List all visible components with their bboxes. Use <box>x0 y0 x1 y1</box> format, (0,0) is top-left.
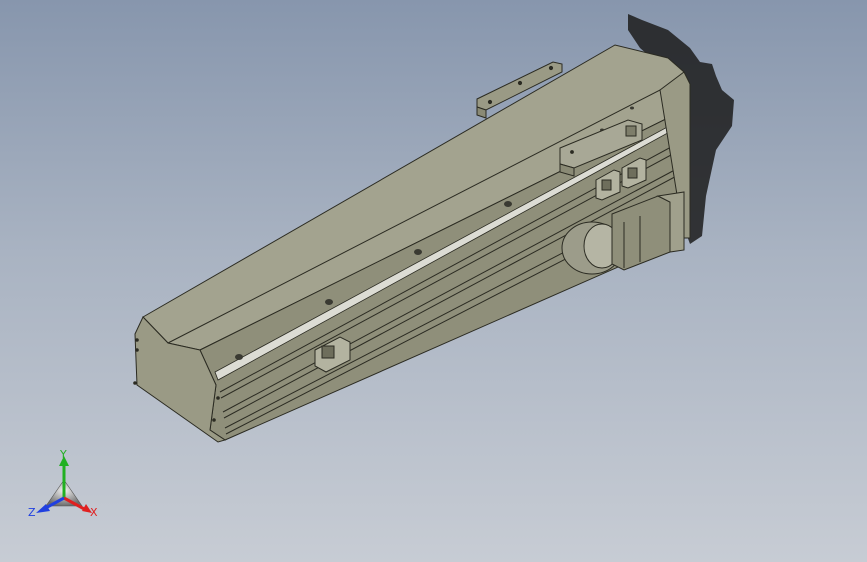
axis-triad[interactable]: Y X Z <box>24 448 108 524</box>
y-axis-label: Y <box>59 448 67 461</box>
x-axis-label: X <box>90 506 98 519</box>
z-axis-label: Z <box>28 506 36 519</box>
cad-viewport[interactable]: Y X Z <box>0 0 867 562</box>
actuator-model[interactable] <box>0 0 867 562</box>
